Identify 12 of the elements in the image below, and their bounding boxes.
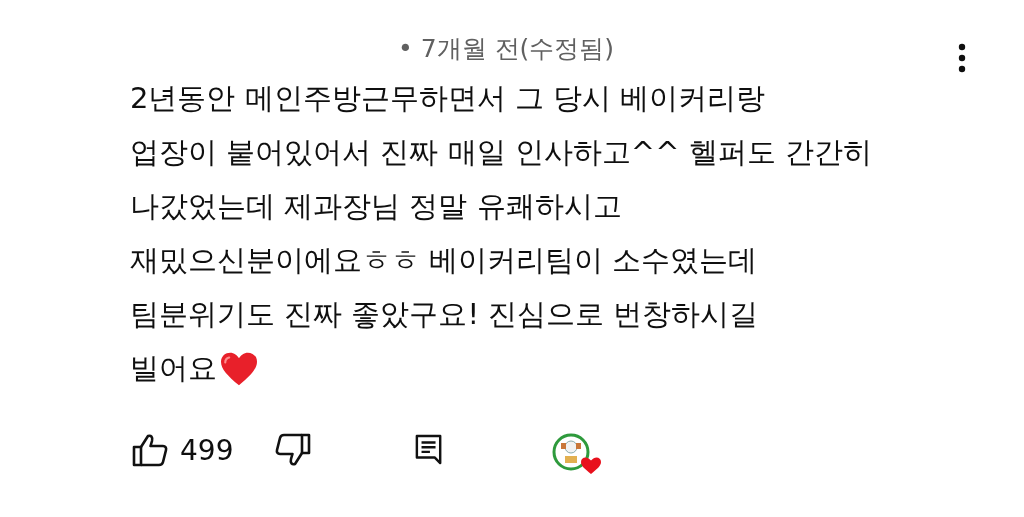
- more-options-icon[interactable]: [958, 43, 966, 73]
- reply-icon[interactable]: [415, 434, 444, 466]
- dislike-icon[interactable]: [275, 433, 312, 467]
- comment-text-line: 팀분위기도 진짜 좋았구요! 진심으로 번창하시길: [130, 296, 759, 333]
- comment-text-line: 빌어요: [130, 350, 217, 387]
- like-count: 499: [180, 433, 234, 467]
- like-icon[interactable]: [132, 433, 168, 467]
- comment-timestamp: • 7개월 전(수정됨): [398, 32, 615, 65]
- comment-text-line: 2년동안 메인주방근무하면서 그 당시 베이커리랑: [130, 80, 766, 117]
- comment-text-line: 재밌으신분이에요ㅎㅎ 베이커리팀이 소수였는데: [130, 242, 758, 279]
- comment-text-line: 나갔었는데 제과장님 정말 유쾌하시고: [130, 188, 622, 225]
- comment-text-line: 업장이 붙어있어서 진짜 매일 인사하고^^ 헬퍼도 간간히: [130, 134, 872, 171]
